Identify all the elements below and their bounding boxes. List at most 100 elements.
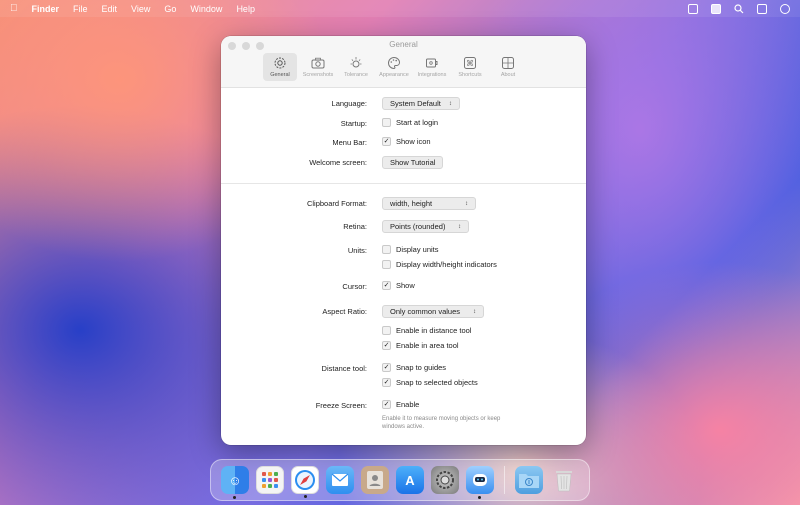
launchpad-icon xyxy=(262,472,278,488)
retina-popup[interactable]: Points (rounded) ↕ xyxy=(382,220,469,233)
menu-app-finder[interactable]: Finder xyxy=(32,4,60,14)
aspect-ratio-label: Aspect Ratio: xyxy=(322,307,367,316)
show-icon-label: Show icon xyxy=(396,137,431,146)
finder-icon: ☺ xyxy=(228,472,242,488)
startup-label: Startup: xyxy=(340,119,367,128)
menubar-row: ✓ Show icon xyxy=(382,137,431,146)
menu-help[interactable]: Help xyxy=(236,4,255,14)
tab-appearance[interactable]: Appearance xyxy=(377,53,411,81)
dock-launchpad[interactable] xyxy=(256,466,284,494)
window-title: General xyxy=(389,40,418,49)
snap-to-selected-checkbox[interactable]: ✓ xyxy=(382,378,391,387)
aspect-ratio-value: Only common values xyxy=(390,307,461,316)
tab-general[interactable]: General xyxy=(263,53,297,81)
dock-safari[interactable] xyxy=(291,466,319,498)
settings-icon xyxy=(436,471,454,489)
show-cursor-checkbox[interactable]: ✓ xyxy=(382,281,391,290)
tab-shortcuts[interactable]: ⌘ Shortcuts xyxy=(453,53,487,81)
menu-go[interactable]: Go xyxy=(164,4,176,14)
show-tutorial-button[interactable]: Show Tutorial xyxy=(382,156,444,169)
show-cursor-label: Show xyxy=(396,281,415,290)
dock: ☺ A xyxy=(210,459,590,501)
retina-row: Points (rounded) ↕ xyxy=(382,220,469,233)
tab-tolerance-label: Tolerance xyxy=(344,72,368,78)
welcome-label: Welcome screen: xyxy=(309,158,367,167)
about-icon xyxy=(501,56,515,70)
language-popup[interactable]: System Default ↕ xyxy=(382,97,460,110)
tab-integrations[interactable]: Integrations xyxy=(415,53,449,81)
enable-area-tool-label: Enable in area tool xyxy=(396,341,459,350)
aspect-ratio-popup[interactable]: Only common values ↕ xyxy=(382,305,484,318)
robot-icon xyxy=(473,474,487,486)
menu-window[interactable]: Window xyxy=(190,4,222,14)
dock-finder[interactable]: ☺ xyxy=(221,466,249,499)
menu-edit[interactable]: Edit xyxy=(102,4,118,14)
tolerance-icon xyxy=(349,56,363,70)
dock-utility[interactable] xyxy=(466,466,494,499)
retina-value: Points (rounded) xyxy=(390,222,446,231)
enable-area-tool-checkbox[interactable]: ✓ xyxy=(382,341,391,350)
running-indicator xyxy=(233,496,236,499)
display-indicators-checkbox[interactable] xyxy=(382,260,391,269)
running-indicator xyxy=(478,496,481,499)
display-indicators-label: Display width/height indicators xyxy=(396,260,497,269)
units-label: Units: xyxy=(347,246,367,255)
display-units-checkbox[interactable] xyxy=(382,245,391,254)
tab-about[interactable]: About xyxy=(491,53,525,81)
units-row-1: Display units xyxy=(382,245,439,254)
trash-icon xyxy=(556,471,572,492)
menu-file[interactable]: File xyxy=(73,4,88,14)
menu-app-icon[interactable] xyxy=(711,3,721,14)
dock-trash[interactable] xyxy=(550,466,578,494)
command-icon: ⌘ xyxy=(463,56,477,70)
mail-icon xyxy=(331,473,349,486)
welcome-row: Show Tutorial xyxy=(382,156,444,169)
integrations-icon xyxy=(425,56,439,70)
dock-app-store[interactable]: A xyxy=(396,466,424,494)
aspect-row-1: Enable in distance tool xyxy=(382,326,471,335)
toolbar-tabs: General Screenshots Tolerance Appearance xyxy=(263,53,525,81)
clipboard-format-label: Clipboard Format: xyxy=(306,199,367,208)
aspect-row-2: ✓ Enable in area tool xyxy=(382,341,459,350)
freeze-row: ✓ Enable xyxy=(382,400,419,409)
title-bar: General General Screenshots Tolerance Ap… xyxy=(221,36,586,88)
show-icon-checkbox[interactable]: ✓ xyxy=(382,137,391,146)
language-value: System Default xyxy=(390,99,441,108)
start-at-login-checkbox[interactable] xyxy=(382,118,391,127)
dock-contacts[interactable] xyxy=(361,466,389,494)
tab-screenshots[interactable]: Screenshots xyxy=(301,53,335,81)
tab-screenshots-label: Screenshots xyxy=(302,72,334,78)
display-units-label: Display units xyxy=(396,245,439,254)
svg-text:⌘: ⌘ xyxy=(466,59,474,68)
cursor-row: ✓ Show xyxy=(382,281,415,290)
chevron-updown-icon: ↕ xyxy=(448,100,452,107)
more-icon[interactable] xyxy=(780,3,790,14)
control-center-icon[interactable] xyxy=(757,3,767,14)
freeze-screen-label: Freeze Screen: xyxy=(315,401,367,410)
snap-to-selected-label: Snap to selected objects xyxy=(396,378,478,387)
distance-tool-label: Distance tool: xyxy=(321,364,367,373)
search-icon[interactable] xyxy=(734,3,744,14)
enable-distance-tool-checkbox[interactable] xyxy=(382,326,391,335)
tab-tolerance[interactable]: Tolerance xyxy=(339,53,373,81)
clipboard-format-popup[interactable]: width, height ↕ xyxy=(382,197,476,210)
units-row-2: Display width/height indicators xyxy=(382,260,497,269)
menu-view[interactable]: View xyxy=(131,4,150,14)
app-store-icon: A xyxy=(405,472,415,488)
settings-window: General General Screenshots Tolerance Ap… xyxy=(221,36,586,445)
freeze-enable-label: Enable xyxy=(396,400,420,409)
apple-icon[interactable]:  xyxy=(10,3,18,14)
freeze-hint: Enable it to measure moving objects or k… xyxy=(382,416,501,430)
freeze-enable-checkbox[interactable]: ✓ xyxy=(382,400,391,409)
safari-icon xyxy=(295,470,315,490)
dock-system-settings[interactable] xyxy=(431,466,459,494)
chevron-updown-icon: ↕ xyxy=(465,200,468,207)
screen-capture-icon[interactable] xyxy=(688,3,698,14)
dock-downloads[interactable] xyxy=(515,466,543,494)
dock-mail[interactable] xyxy=(326,466,354,494)
snap-to-guides-checkbox[interactable]: ✓ xyxy=(382,363,391,372)
language-row: System Default ↕ xyxy=(382,97,460,110)
snap-to-guides-label: Snap to guides xyxy=(396,363,447,372)
camera-icon xyxy=(311,56,325,70)
clipboard-format-row: width, height ↕ xyxy=(382,197,476,210)
